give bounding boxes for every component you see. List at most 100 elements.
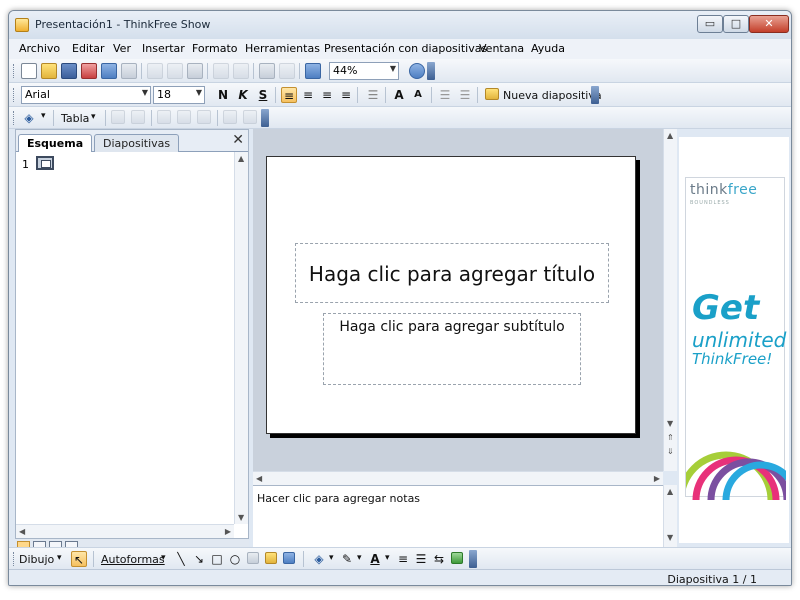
autoshapes-button[interactable]: Autoformas <box>101 553 165 566</box>
toolbar-grip[interactable] <box>13 88 16 102</box>
delete-row-icon[interactable] <box>157 110 171 124</box>
scroll-down-icon[interactable]: ▼ <box>238 513 244 522</box>
outline-vertical-scrollbar[interactable]: ▲ ▼ <box>234 152 248 524</box>
font-size-select[interactable]: 18 ▼ <box>153 86 205 104</box>
toolbar-overflow[interactable] <box>261 109 269 127</box>
scroll-down-icon[interactable]: ▼ <box>667 533 673 542</box>
copy-icon[interactable] <box>167 63 183 79</box>
chevron-down-icon[interactable]: ▾ <box>357 553 362 563</box>
slide[interactable]: Haga clic para agregar título Haga clic … <box>266 156 636 434</box>
cut-icon[interactable] <box>147 63 163 79</box>
undo-icon[interactable] <box>213 63 229 79</box>
rectangle-icon[interactable]: □ <box>209 551 225 567</box>
table-borders-icon[interactable] <box>243 110 257 124</box>
insert-column-icon[interactable] <box>131 110 145 124</box>
decrease-font-icon[interactable]: A <box>410 87 426 103</box>
menu-ver[interactable]: Ver <box>113 42 131 55</box>
tab-diapositivas[interactable]: Diapositivas <box>94 134 180 152</box>
save-icon[interactable] <box>61 63 77 79</box>
notes-vertical-scrollbar[interactable]: ▲ ▼ <box>663 485 677 547</box>
toolbar-overflow[interactable] <box>427 62 435 80</box>
outline-horizontal-scrollbar[interactable]: ◀ ▶ <box>16 524 234 538</box>
line-style-icon[interactable]: ≡ <box>395 551 411 567</box>
minimize-button[interactable]: ▭ <box>697 15 723 33</box>
decrease-indent-icon[interactable]: ☰ <box>437 87 453 103</box>
line-color-icon[interactable]: ✎ <box>339 551 355 567</box>
copy-slide-icon[interactable] <box>101 63 117 79</box>
help-icon[interactable] <box>409 63 425 79</box>
menu-herramientas[interactable]: Herramientas <box>245 42 320 55</box>
line-icon[interactable]: ╲ <box>173 551 189 567</box>
shadow-icon[interactable] <box>451 552 463 564</box>
menu-formato[interactable]: Formato <box>192 42 238 55</box>
scroll-up-icon[interactable]: ▲ <box>667 131 673 140</box>
title-bar[interactable]: Presentación1 - ThinkFree Show ▭ □ ✕ <box>9 11 791 39</box>
chevron-down-icon[interactable]: ▾ <box>161 553 166 563</box>
justify-icon[interactable]: ≡ <box>338 87 354 103</box>
align-center-icon[interactable]: ≡ <box>300 87 316 103</box>
maximize-button[interactable]: □ <box>723 15 749 33</box>
chevron-down-icon[interactable]: ▾ <box>385 553 390 563</box>
align-left-icon[interactable]: ≡ <box>281 87 297 103</box>
align-right-icon[interactable]: ≡ <box>319 87 335 103</box>
scroll-down-icon[interactable]: ▼ <box>667 419 673 428</box>
insert-row-icon[interactable] <box>111 110 125 124</box>
title-placeholder[interactable]: Haga clic para agregar título <box>295 243 609 303</box>
textbox-icon[interactable] <box>247 552 259 564</box>
table-menu-button[interactable]: Tabla <box>61 112 89 125</box>
close-pane-icon[interactable]: ✕ <box>232 132 244 148</box>
fill-color-icon[interactable]: ◈ <box>311 551 327 567</box>
ellipse-icon[interactable]: ○ <box>227 551 243 567</box>
new-document-icon[interactable] <box>21 63 37 79</box>
show-icon[interactable] <box>279 63 295 79</box>
delete-column-icon[interactable] <box>177 110 191 124</box>
subtitle-placeholder[interactable]: Haga clic para agregar subtítulo <box>323 313 581 385</box>
print-icon[interactable] <box>121 63 137 79</box>
redo-icon[interactable] <box>233 63 249 79</box>
grid-icon[interactable] <box>305 63 321 79</box>
bullets-icon[interactable]: ☰ <box>365 87 381 103</box>
increase-indent-icon[interactable]: ☰ <box>457 87 473 103</box>
next-slide-icon[interactable]: ⇓ <box>667 447 674 456</box>
export-pdf-icon[interactable] <box>81 63 97 79</box>
scroll-left-icon[interactable]: ◀ <box>256 474 262 483</box>
menu-ayuda[interactable]: Ayuda <box>531 42 565 55</box>
menu-editar[interactable]: Editar <box>72 42 105 55</box>
notes-placeholder[interactable]: Hacer clic para agregar notas <box>257 492 420 505</box>
increase-font-icon[interactable]: A <box>391 87 407 103</box>
toolbar-overflow[interactable] <box>591 86 599 104</box>
open-folder-icon[interactable] <box>41 63 57 79</box>
clipart-icon[interactable] <box>265 552 277 564</box>
scroll-up-icon[interactable]: ▲ <box>667 487 673 496</box>
scroll-right-icon[interactable]: ▶ <box>654 474 660 483</box>
paste-icon[interactable] <box>187 63 203 79</box>
menu-presentacion[interactable]: Presentación con diapositivas <box>324 42 487 55</box>
menu-ventana[interactable]: Ventana <box>479 42 524 55</box>
select-pointer-icon[interactable]: ↖ <box>71 551 87 567</box>
toolbar-grip[interactable] <box>13 552 16 566</box>
canvas-horizontal-scrollbar[interactable]: ◀ ▶ <box>253 471 663 485</box>
toolbar-grip[interactable] <box>13 64 16 78</box>
chevron-down-icon[interactable]: ▾ <box>57 553 62 563</box>
merge-cells-icon[interactable] <box>197 110 211 124</box>
slide-layout-icon[interactable] <box>259 63 275 79</box>
ad-banner[interactable]: thinkfree BOUNDLESS Get unlimited ThinkF… <box>679 137 789 543</box>
font-color-icon[interactable]: A <box>367 551 383 567</box>
insert-image-icon[interactable] <box>283 552 295 564</box>
scroll-right-icon[interactable]: ▶ <box>225 527 231 536</box>
scroll-left-icon[interactable]: ◀ <box>19 527 25 536</box>
close-button[interactable]: ✕ <box>749 15 789 33</box>
chevron-down-icon[interactable]: ▾ <box>329 553 334 563</box>
dash-style-icon[interactable]: ☰ <box>413 551 429 567</box>
toolbar-overflow[interactable] <box>469 550 477 568</box>
fill-color-icon[interactable]: ◈ <box>21 110 37 126</box>
bold-button[interactable]: N <box>215 87 231 103</box>
canvas-vertical-scrollbar[interactable]: ▲ ▼ ⇑ ⇓ <box>663 129 677 471</box>
draw-menu-button[interactable]: Dibujo <box>19 553 54 566</box>
underline-button[interactable]: S <box>255 87 271 103</box>
scroll-up-icon[interactable]: ▲ <box>238 154 244 163</box>
chevron-down-icon[interactable]: ▾ <box>41 111 46 121</box>
split-cells-icon[interactable] <box>223 110 237 124</box>
toolbar-grip[interactable] <box>13 111 16 125</box>
italic-button[interactable]: K <box>235 87 251 103</box>
